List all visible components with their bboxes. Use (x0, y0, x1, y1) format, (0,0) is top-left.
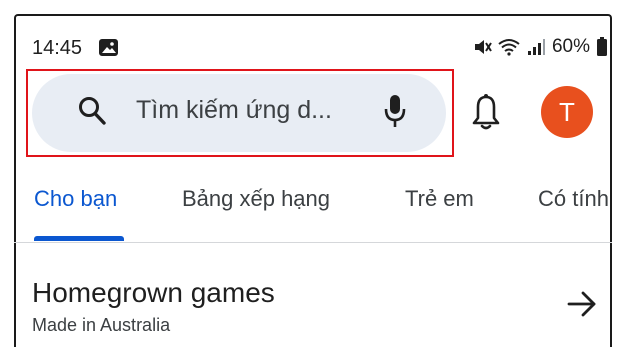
signal-icon (527, 39, 545, 55)
active-tab-indicator (34, 236, 124, 241)
status-time: 14:45 (32, 37, 83, 59)
battery-percent: 60% (551, 36, 590, 57)
search-bar[interactable]: Tìm kiếm ứng d... (32, 74, 446, 152)
bell-icon[interactable] (470, 92, 502, 132)
photo-icon (99, 39, 118, 56)
tab-cho-ban[interactable]: Cho bạn (34, 186, 117, 212)
battery-icon (597, 37, 607, 56)
mic-icon[interactable] (384, 93, 406, 129)
tab-co-tinh[interactable]: Có tính (538, 186, 609, 212)
category-tabs: Cho bạn Bảng xếp hạng Trẻ em Có tính (0, 180, 626, 244)
status-icons: 60% (474, 36, 608, 58)
search-input[interactable]: Tìm kiếm ứng d... (136, 96, 332, 125)
section-title: Homegrown games (32, 277, 275, 308)
tab-tre-em[interactable]: Trẻ em (405, 186, 474, 212)
status-bar: 14:45 60% (32, 34, 608, 62)
tabs-divider (14, 242, 612, 243)
avatar[interactable]: T (541, 86, 593, 138)
tab-bang-xep-hang[interactable]: Bảng xếp hạng (182, 186, 330, 212)
arrow-right-icon[interactable] (566, 289, 598, 319)
mute-icon (474, 40, 492, 54)
search-icon[interactable] (78, 96, 106, 126)
wifi-icon (498, 39, 520, 56)
section-subtitle: Made in Australia (32, 315, 171, 335)
